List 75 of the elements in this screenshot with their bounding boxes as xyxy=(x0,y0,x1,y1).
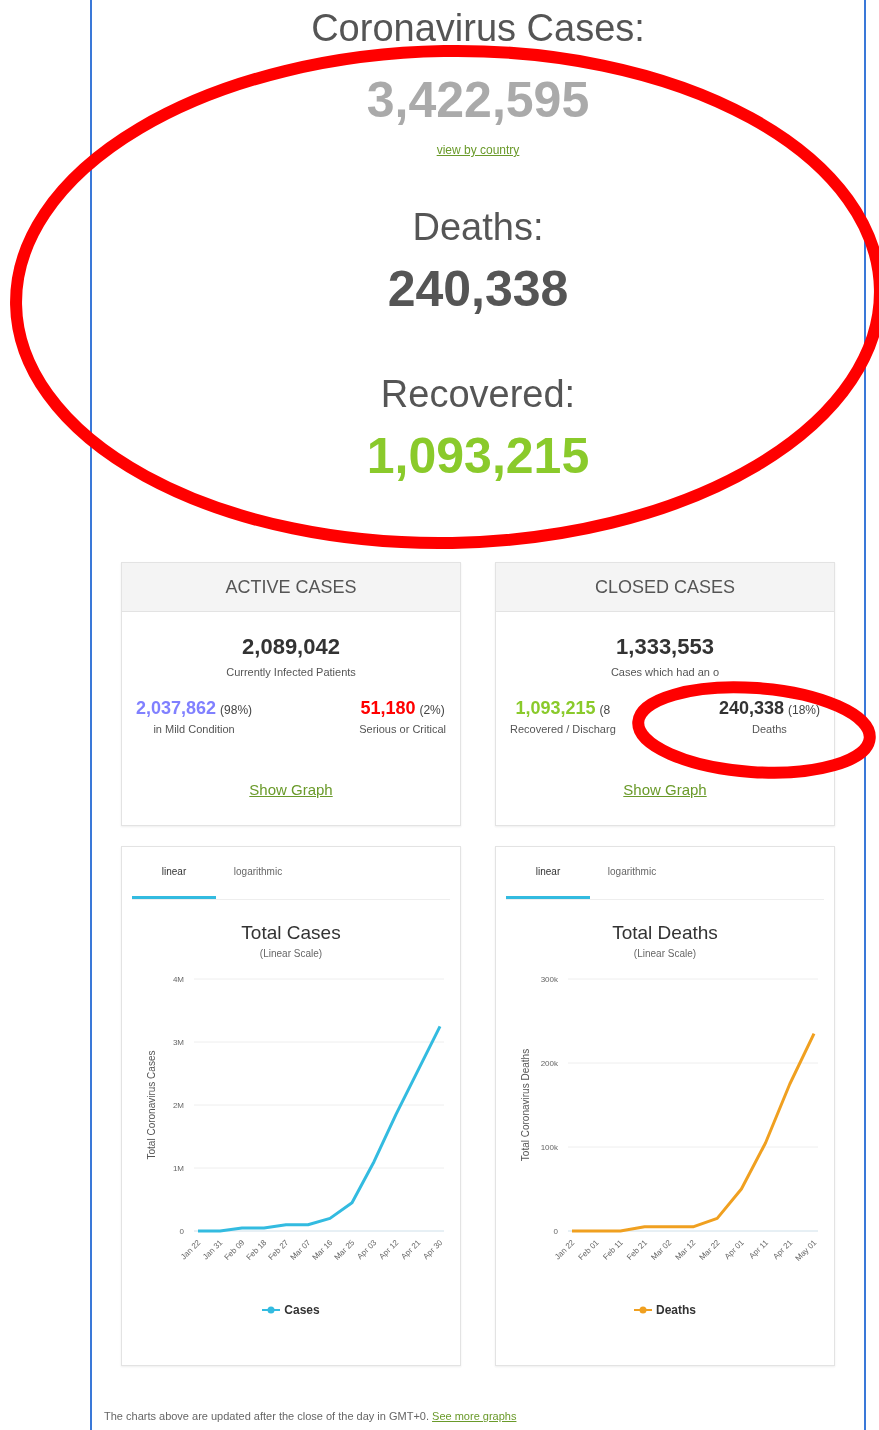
x-tick-label: Apr 21 xyxy=(771,1238,795,1262)
y-tick-label: 2M xyxy=(172,1101,184,1110)
scale-tab[interactable]: linear xyxy=(132,847,216,899)
chart-title: Total Cases xyxy=(240,922,342,944)
y-tick-label: 0 xyxy=(553,1227,558,1236)
legend-label[interactable]: Cases xyxy=(284,1303,320,1317)
scale-tab[interactable]: linear xyxy=(506,847,590,899)
show-graph-link[interactable]: Show Graph xyxy=(249,781,333,798)
part-label: in Mild Condition xyxy=(153,723,235,735)
x-tick-label: Feb 01 xyxy=(576,1238,601,1263)
x-tick-label: Jan 22 xyxy=(553,1238,577,1262)
total-caption: Cases which had an o xyxy=(609,666,721,678)
x-tick-label: Feb 09 xyxy=(222,1238,247,1263)
footer-note: The charts above are updated after the close of the day in GMT+0. See more graphs xyxy=(104,1410,517,1422)
view-link[interactable]: view by country xyxy=(436,143,520,157)
show-graph-link[interactable]: Show Graph xyxy=(623,781,707,798)
y-tick-label: 0 xyxy=(179,1227,184,1236)
y-tick-label: 4M xyxy=(172,975,184,984)
part-number: 51,180 xyxy=(360,698,416,719)
x-tick-label: Apr 03 xyxy=(355,1238,379,1262)
part-percent: (98%) xyxy=(220,703,253,717)
scale-tab[interactable]: logarithmic xyxy=(590,847,674,899)
part-number: 240,338 xyxy=(718,698,784,719)
more-graphs-link[interactable]: See more graphs xyxy=(432,1410,517,1422)
part-label: Recovered / Discharg xyxy=(510,723,616,735)
chart-subtitle: (Linear Scale) xyxy=(632,948,698,959)
part-label: Deaths xyxy=(752,723,787,735)
stat-number: 3,422,595 xyxy=(366,71,590,130)
x-tick-label: Feb 27 xyxy=(266,1238,291,1263)
y-tick-label: 1M xyxy=(172,1164,184,1173)
y-axis-title: Total Coronavirus Deaths xyxy=(520,1048,531,1162)
chart-title: Total Deaths xyxy=(611,922,719,944)
stat-number: 1,093,215 xyxy=(366,427,590,486)
stat-label: Coronavirus Cases: xyxy=(311,6,645,51)
part-label: Serious or Critical xyxy=(359,723,446,735)
y-tick-label: 300k xyxy=(540,975,558,984)
x-tick-label: Jan 22 xyxy=(179,1238,203,1262)
x-tick-label: Mar 25 xyxy=(332,1238,357,1263)
y-tick-label: 200k xyxy=(540,1059,558,1068)
x-tick-label: Mar 02 xyxy=(649,1238,674,1263)
legend-line-icon xyxy=(262,1305,281,1315)
legend-label[interactable]: Deaths xyxy=(656,1303,696,1317)
total-number: 2,089,042 xyxy=(241,634,341,660)
x-tick-label: Feb 18 xyxy=(244,1238,269,1263)
part-percent: (2%) xyxy=(419,703,445,717)
x-tick-label: Mar 22 xyxy=(697,1238,722,1263)
part-percent: (18%) xyxy=(788,703,820,717)
chart-subtitle: (Linear Scale) xyxy=(258,948,324,959)
part-number: 1,093,215 xyxy=(515,698,596,719)
card-header: ACTIVE CASES xyxy=(122,563,460,612)
y-tick-label: 100k xyxy=(540,1143,558,1152)
stat-label: Deaths: xyxy=(412,205,544,250)
part-percent: (8 xyxy=(599,703,611,717)
total-number: 1,333,553 xyxy=(615,634,715,660)
y-axis-title: Total Coronavirus Cases xyxy=(146,1050,157,1160)
x-tick-label: May 01 xyxy=(793,1238,819,1263)
x-tick-label: Feb 11 xyxy=(601,1238,625,1262)
x-tick-label: Mar 12 xyxy=(673,1238,698,1263)
x-tick-label: Mar 16 xyxy=(310,1238,335,1263)
x-tick-label: Apr 30 xyxy=(421,1238,445,1262)
legend-line-icon xyxy=(634,1305,652,1315)
total-caption: Currently Infected Patients xyxy=(225,666,357,678)
x-tick-label: Mar 07 xyxy=(288,1238,313,1263)
x-tick-label: Feb 21 xyxy=(625,1238,649,1263)
x-tick-label: Apr 21 xyxy=(399,1238,423,1262)
x-tick-label: Apr 11 xyxy=(747,1238,770,1261)
x-tick-label: Apr 01 xyxy=(722,1238,746,1262)
x-tick-label: Jan 31 xyxy=(201,1238,225,1262)
scale-tab[interactable]: logarithmic xyxy=(216,847,300,899)
y-tick-label: 3M xyxy=(172,1038,184,1047)
card-header: CLOSED CASES xyxy=(496,563,834,612)
part-number: 2,037,862 xyxy=(136,698,217,719)
x-tick-label: Apr 12 xyxy=(377,1238,401,1262)
stat-label: Recovered: xyxy=(380,372,576,417)
stat-number: 240,338 xyxy=(387,260,569,319)
